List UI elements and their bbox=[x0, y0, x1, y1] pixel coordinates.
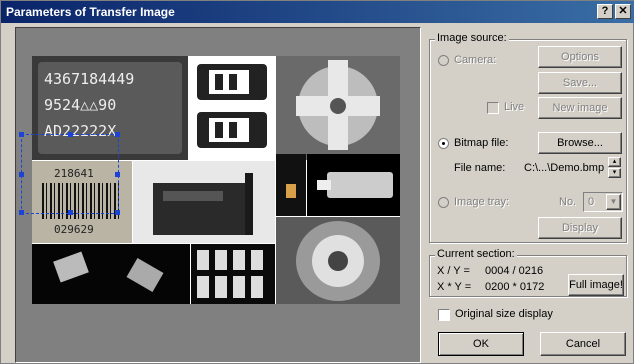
xy-label: X / Y = bbox=[437, 265, 470, 277]
tray-number-label: No. bbox=[559, 196, 577, 208]
clip-parts-image bbox=[191, 244, 275, 304]
spark-plug-image bbox=[307, 154, 400, 216]
options-button[interactable]: Options bbox=[538, 46, 622, 68]
current-section-legend: Current section: bbox=[435, 248, 517, 260]
live-checkbox[interactable] bbox=[487, 102, 499, 114]
file-scroll-down-icon[interactable]: ▾ bbox=[608, 168, 621, 178]
image-preview-area[interactable]: 4367184449 9524△△90 AD22222X 218641 0296… bbox=[15, 27, 421, 363]
gear-part-image bbox=[276, 217, 400, 304]
radio-selected-dot bbox=[442, 142, 445, 145]
transfer-image-dialog: Parameters of Transfer Image ? ✕ 4367184… bbox=[0, 0, 634, 364]
selection-handle[interactable] bbox=[115, 172, 120, 177]
selection-handle[interactable] bbox=[115, 132, 120, 137]
selection-rectangle[interactable] bbox=[19, 132, 120, 215]
file-name-label: File name: bbox=[454, 162, 506, 174]
selection-handle[interactable] bbox=[19, 210, 24, 215]
size-label: X * Y = bbox=[437, 281, 472, 293]
camera-label: Camera: bbox=[454, 54, 497, 66]
chip-text-line2: 9524△△90 bbox=[44, 96, 117, 114]
original-size-label: Original size display bbox=[455, 308, 553, 320]
new-image-button[interactable]: New image bbox=[538, 97, 622, 119]
chevron-down-icon[interactable]: ▼ bbox=[606, 194, 621, 210]
tray-number-select[interactable]: 0 ▼ bbox=[583, 192, 623, 212]
size-value: 0200 * 0172 bbox=[485, 281, 545, 293]
original-size-checkbox[interactable] bbox=[438, 309, 450, 321]
selection-handle[interactable] bbox=[19, 132, 24, 137]
display-button[interactable]: Display bbox=[538, 217, 622, 239]
save-button[interactable]: Save... bbox=[538, 72, 622, 94]
mechanical-part-image bbox=[276, 56, 400, 160]
selection-handle[interactable] bbox=[68, 132, 73, 137]
bitmap-file-label: Bitmap file: bbox=[454, 137, 509, 149]
chip-text-line1: 4367184449 bbox=[44, 70, 135, 88]
browse-button[interactable]: Browse... bbox=[538, 132, 622, 154]
file-name-value: C:\...\Demo.bmp bbox=[524, 162, 605, 174]
cancel-button[interactable]: Cancel bbox=[540, 332, 626, 356]
selection-handle[interactable] bbox=[68, 210, 73, 215]
image-tray-label: Image tray: bbox=[454, 196, 510, 208]
live-label: Live bbox=[504, 101, 525, 113]
light-tile-image bbox=[276, 154, 306, 216]
help-button[interactable]: ? bbox=[597, 4, 613, 19]
bitmap-file-radio[interactable] bbox=[438, 138, 449, 149]
xy-value: 0004 / 0216 bbox=[485, 265, 544, 277]
image-tray-radio[interactable] bbox=[438, 197, 449, 208]
window-title: Parameters of Transfer Image bbox=[6, 5, 175, 19]
tray-number-value: 0 bbox=[588, 196, 595, 208]
selection-handle[interactable] bbox=[19, 172, 24, 177]
file-scroll-up-icon[interactable]: ▴ bbox=[608, 157, 621, 167]
ok-button[interactable]: OK bbox=[438, 332, 524, 356]
image-source-legend: Image source: bbox=[435, 32, 509, 44]
camera-radio[interactable] bbox=[438, 55, 449, 66]
film-canister-image bbox=[189, 56, 275, 160]
barcode-number-bottom: 029629 bbox=[54, 223, 94, 236]
machine-box-image bbox=[133, 161, 275, 243]
connector-parts-image bbox=[32, 244, 190, 304]
title-bar: Parameters of Transfer Image ? ✕ bbox=[1, 1, 634, 23]
close-button[interactable]: ✕ bbox=[615, 4, 631, 19]
selection-handle[interactable] bbox=[115, 210, 120, 215]
full-image-button[interactable]: Full image! bbox=[568, 274, 624, 296]
